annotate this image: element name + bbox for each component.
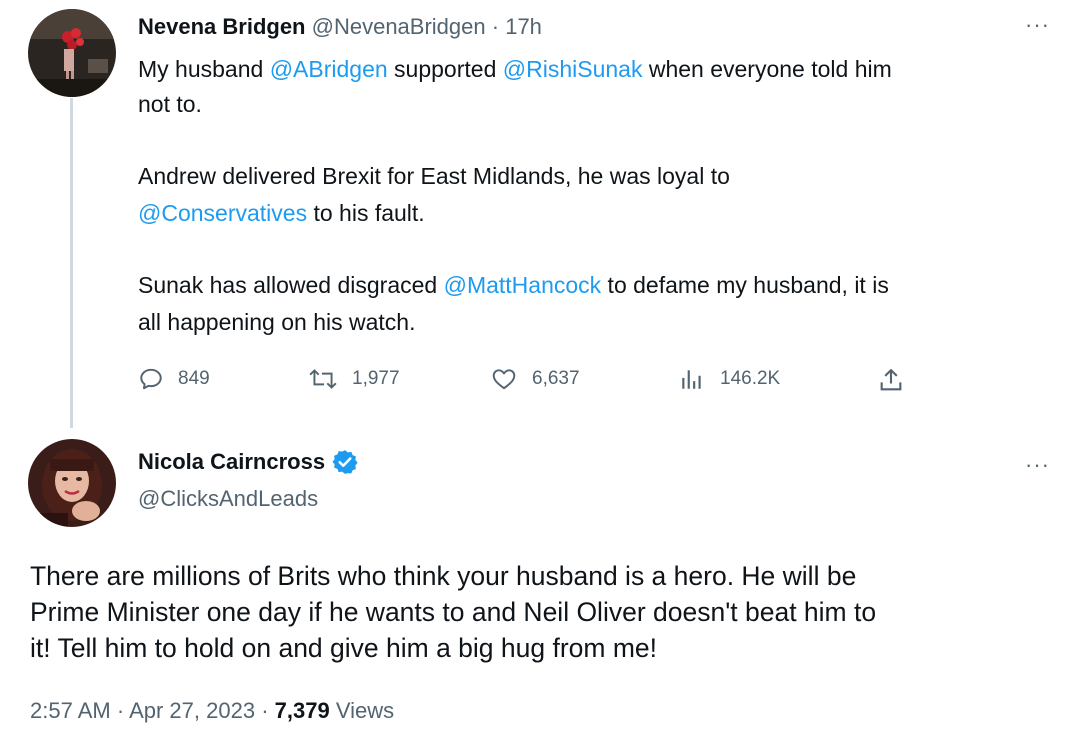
reply-header: Nicola Cairncross [138, 448, 359, 476]
author-handle[interactable]: @NevenaBridgen [312, 14, 486, 39]
tweet-header: Nevena Bridgen @NevenaBridgen · 17h [138, 14, 542, 40]
more-icon[interactable]: ··· [1025, 452, 1050, 478]
retweet-count: 1,977 [352, 368, 400, 389]
footer-separator: · [116, 698, 125, 723]
reply-date[interactable]: Apr 27, 2023 [129, 698, 255, 723]
tweet-line: My husband @ABridgen supported @RishiSun… [138, 51, 892, 88]
thread-connector-line [70, 98, 73, 428]
text: all happening on his watch. [138, 309, 416, 335]
retweet-icon [309, 369, 337, 389]
footer-separator: · [261, 698, 269, 723]
tweet-line: Andrew delivered Brexit for East Midland… [138, 158, 730, 195]
verified-badge-icon [332, 450, 358, 474]
tweet-line: @Conservatives to his fault. [138, 195, 425, 232]
header-separator: · [491, 14, 500, 39]
avatar-nevena[interactable] [28, 9, 116, 97]
tweet-line: all happening on his watch. [138, 304, 415, 341]
tweet-line: not to. [138, 86, 202, 123]
mention-conservatives[interactable]: @Conservatives [138, 200, 307, 226]
reply-author-name[interactable]: Nicola Cairncross [138, 449, 325, 475]
text: Andrew delivered Brexit for East Midland… [138, 163, 730, 189]
reply-time[interactable]: 2:57 AM [30, 698, 111, 723]
like-count: 6,637 [532, 368, 580, 389]
like-icon [492, 369, 516, 390]
text: when everyone told him [642, 56, 892, 82]
avatar-nicola[interactable] [28, 439, 116, 527]
views-button[interactable]: 146.2K [678, 366, 780, 392]
reply-text-line: Prime Minister one day if he wants to an… [30, 597, 877, 627]
author-name[interactable]: Nevena Bridgen [138, 14, 306, 39]
reply-icon [140, 368, 162, 390]
text: My husband [138, 56, 270, 82]
mention-rishisunak[interactable]: @RishiSunak [503, 56, 643, 82]
text: Sunak has allowed disgraced [138, 272, 444, 298]
reply-text-line: There are millions of Brits who think yo… [30, 561, 857, 591]
share-button[interactable] [877, 366, 919, 394]
text: to defame my husband, it is [601, 272, 889, 298]
share-icon [880, 369, 902, 391]
views-icon [682, 370, 701, 389]
text: supported [387, 56, 503, 82]
mention-abridgen[interactable]: @ABridgen [270, 56, 388, 82]
views-count: 146.2K [720, 368, 781, 389]
text: not to. [138, 91, 202, 117]
avatar-photo [28, 9, 116, 97]
retweet-button[interactable]: 1,977 [308, 366, 400, 392]
reply-text-line: it! Tell him to hold on and give him a b… [30, 633, 658, 663]
reply-handle[interactable]: @ClicksAndLeads [138, 486, 318, 512]
like-button[interactable]: 6,637 [490, 366, 580, 392]
text: to his fault. [307, 200, 425, 226]
reply-count: 849 [178, 368, 210, 389]
reply-button[interactable]: 849 [138, 366, 210, 392]
tweet-line: Sunak has allowed disgraced @MattHancock… [138, 267, 889, 304]
views-total: 7,379 [274, 698, 330, 723]
tweet-timestamp[interactable]: 17h [505, 14, 542, 39]
more-icon[interactable]: ··· [1025, 12, 1050, 38]
reply-footer: 2:57 AM · Apr 27, 2023 · 7,379 Views [30, 698, 394, 724]
mention-matthancock[interactable]: @MattHancock [444, 272, 602, 298]
views-label: Views [335, 698, 395, 723]
avatar-photo [28, 439, 116, 527]
